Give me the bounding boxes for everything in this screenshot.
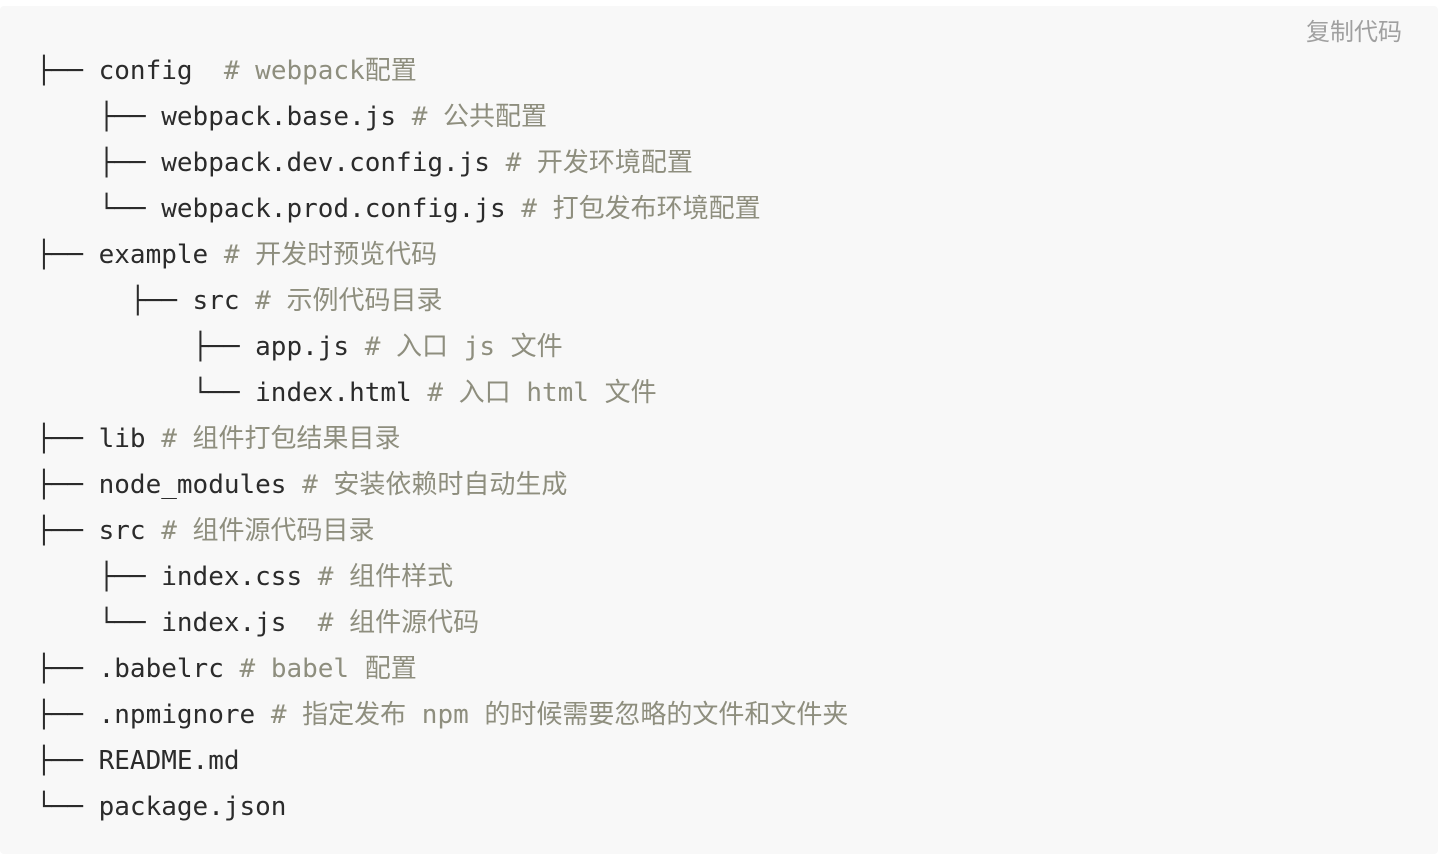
tree-entry-comment: # 打包发布环境配置	[505, 194, 761, 224]
tree-entry-name: webpack.prod.config.js	[161, 194, 506, 224]
code-block: 复制代码 ├── config # webpack配置 ├── webpack.…	[0, 6, 1438, 854]
tree-entry-name: src	[98, 516, 146, 546]
tree-branch: ├──	[36, 562, 162, 592]
tree-branch: └──	[36, 608, 162, 638]
tree-line: ├── webpack.dev.config.js # 开发环境配置	[36, 140, 848, 186]
tree-entry-name: index.html	[255, 378, 412, 408]
copy-code-button[interactable]: 复制代码	[1306, 16, 1402, 48]
tree-branch: ├──	[36, 746, 99, 776]
tree-entry-comment: # 组件打包结果目录	[145, 424, 401, 454]
tree-entry-comment: # 开发时预览代码	[208, 240, 438, 270]
tree-line: ├── node_modules # 安装依赖时自动生成	[36, 462, 848, 508]
tree-line: └── webpack.prod.config.js # 打包发布环境配置	[36, 186, 848, 232]
tree-line: └── index.js # 组件源代码	[36, 600, 848, 646]
tree-branch: ├──	[36, 56, 99, 86]
tree-branch: ├──	[36, 700, 99, 730]
tree-line: └── index.html # 入口 html 文件	[36, 370, 848, 416]
tree-branch: ├──	[36, 516, 99, 546]
tree-entry-comment: # babel 配置	[223, 654, 417, 684]
tree-branch: ├──	[36, 332, 256, 362]
tree-entry-comment: # 安装依赖时自动生成	[286, 470, 568, 500]
tree-branch: ├──	[36, 286, 193, 316]
tree-entry-name: .babelrc	[98, 654, 224, 684]
tree-branch: ├──	[36, 148, 162, 178]
tree-entry-name: lib	[98, 424, 146, 454]
tree-entry-comment: # 入口 html 文件	[411, 378, 657, 408]
tree-line: ├── src # 组件源代码目录	[36, 508, 848, 554]
tree-entry-comment: # 示例代码目录	[239, 286, 443, 316]
tree-branch: ├──	[36, 654, 99, 684]
tree-branch: ├──	[36, 424, 99, 454]
tree-line: ├── README.md	[36, 738, 848, 784]
tree-branch: └──	[36, 378, 256, 408]
tree-entry-name: index.js	[161, 608, 287, 638]
tree-entry-name: src	[192, 286, 240, 316]
tree-line: ├── example # 开发时预览代码	[36, 232, 848, 278]
tree-entry-comment: # 指定发布 npm 的时候需要忽略的文件和文件夹	[255, 700, 849, 730]
tree-entry-name: .npmignore	[98, 700, 256, 730]
tree-entry-comment: # 组件源代码	[286, 608, 480, 638]
tree-line: ├── src # 示例代码目录	[36, 278, 848, 324]
tree-branch: ├──	[36, 470, 99, 500]
tree-branch: └──	[36, 194, 162, 224]
tree-line: └── package.json	[36, 784, 848, 830]
tree-entry-comment: # webpack配置	[192, 56, 417, 86]
tree-entry-name: README.md	[98, 746, 240, 776]
tree-line: ├── app.js # 入口 js 文件	[36, 324, 848, 370]
tree-entry-name: package.json	[98, 792, 287, 822]
tree-branch: ├──	[36, 102, 162, 132]
tree-line: ├── .babelrc # babel 配置	[36, 646, 848, 692]
tree-entry-comment: # 公共配置	[396, 102, 548, 132]
tree-entry-name: app.js	[255, 332, 350, 362]
tree-branch: ├──	[36, 240, 99, 270]
tree-line: ├── .npmignore # 指定发布 npm 的时候需要忽略的文件和文件夹	[36, 692, 848, 738]
tree-entry-comment: # 组件源代码目录	[145, 516, 375, 546]
tree-entry-name: index.css	[161, 562, 303, 592]
tree-entry-name: webpack.base.js	[161, 102, 397, 132]
directory-tree: ├── config # webpack配置 ├── webpack.base.…	[36, 48, 848, 830]
tree-entry-name: node_modules	[98, 470, 287, 500]
tree-entry-comment: # 开发环境配置	[489, 148, 693, 178]
tree-branch: └──	[36, 792, 99, 822]
tree-entry-name: webpack.dev.config.js	[161, 148, 490, 178]
tree-entry-comment: # 入口 js 文件	[349, 332, 563, 362]
tree-entry-comment: # 组件样式	[302, 562, 454, 592]
tree-line: ├── index.css # 组件样式	[36, 554, 848, 600]
tree-line: ├── webpack.base.js # 公共配置	[36, 94, 848, 140]
tree-entry-name: example	[98, 240, 209, 270]
tree-line: ├── lib # 组件打包结果目录	[36, 416, 848, 462]
tree-line: ├── config # webpack配置	[36, 48, 848, 94]
tree-entry-name: config	[98, 56, 193, 86]
